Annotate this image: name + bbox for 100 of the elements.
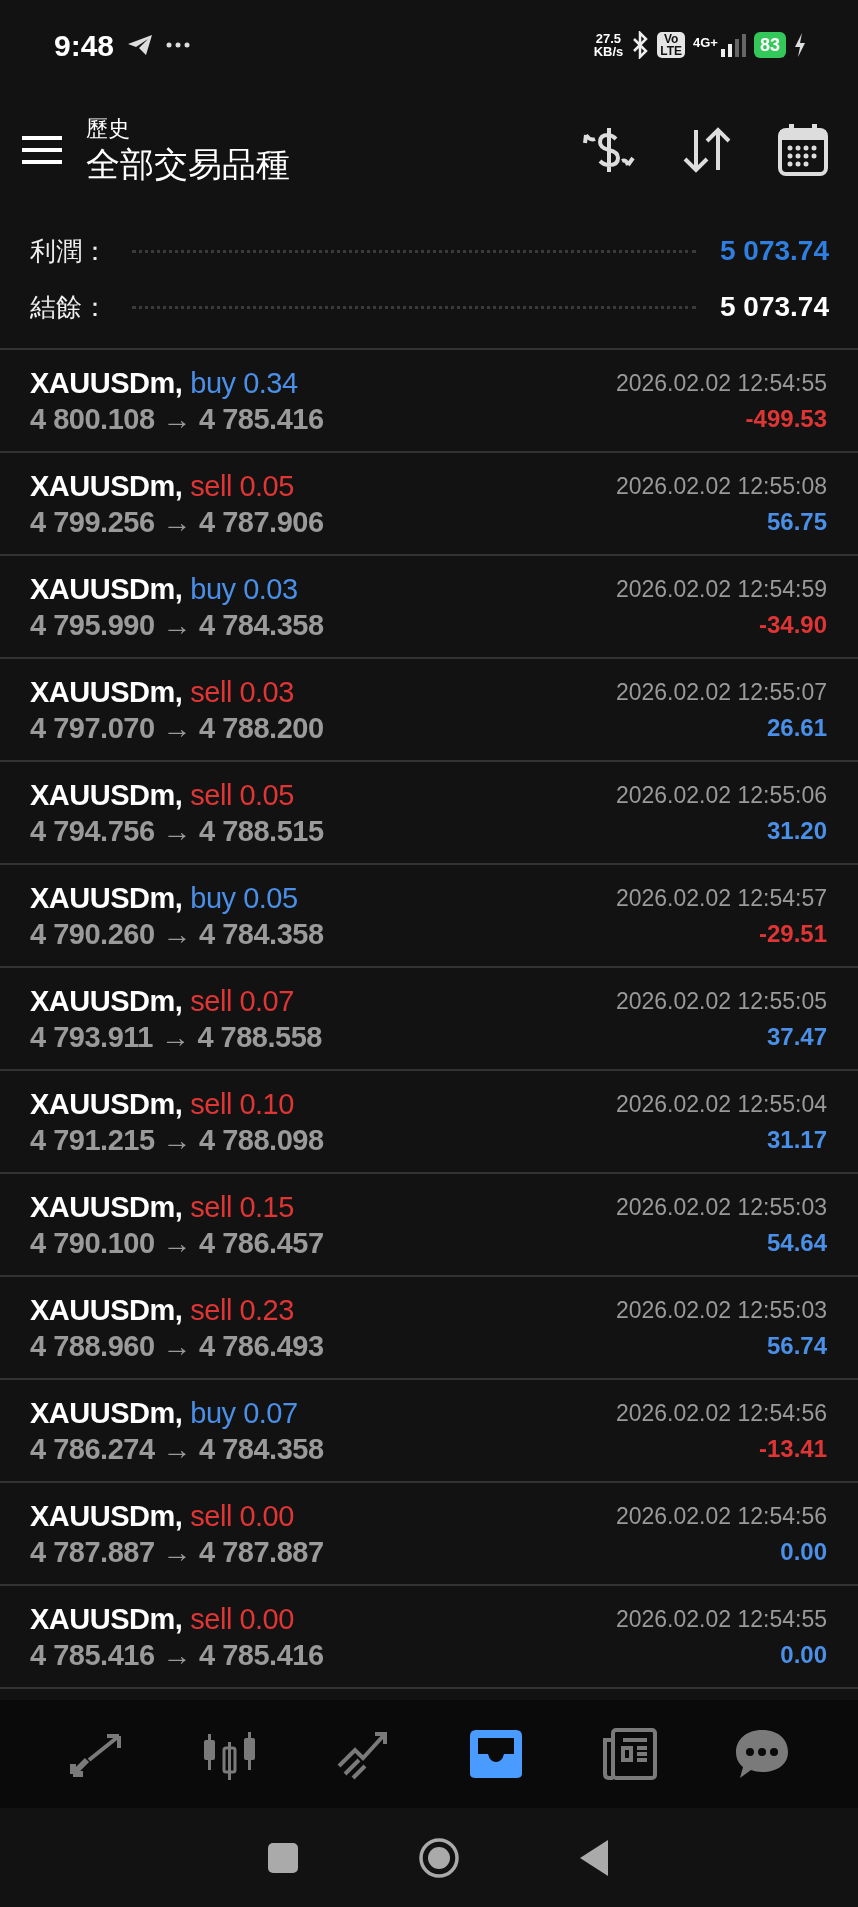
- order-type-volume: buy 0.34: [190, 365, 298, 401]
- summary-value: 5 073.74: [720, 234, 829, 268]
- arrow-glyph: →: [162, 401, 191, 437]
- trade-profit: 37.47: [766, 1021, 827, 1052]
- trade-time: 2026.02.02 12:55:08: [615, 471, 827, 501]
- trade-time: 2026.02.02 12:55:06: [615, 780, 827, 810]
- close-price: 4 784.358: [199, 916, 324, 952]
- trade-profit: 0.00: [780, 1536, 827, 1567]
- order-type-volume: sell 0.05: [190, 777, 294, 813]
- close-price: 4 784.358: [199, 607, 324, 643]
- arrow-glyph: →: [162, 1225, 191, 1261]
- close-price: 4 786.493: [199, 1328, 324, 1364]
- open-price: 4 791.215: [30, 1122, 155, 1158]
- network-speed: 27.5 KB/s: [593, 32, 624, 58]
- open-price: 4 790.100: [30, 1225, 155, 1261]
- back-triangle-icon[interactable]: [580, 1839, 610, 1876]
- trade-profit: 56.75: [766, 506, 827, 537]
- home-circle-icon[interactable]: [418, 1836, 460, 1879]
- symbol-name: XAUUSDm,: [30, 674, 183, 710]
- open-price: 4 794.756: [30, 813, 155, 849]
- clock-time: 9:48: [54, 27, 115, 64]
- open-price: 4 799.256: [30, 504, 155, 540]
- symbol-name: XAUUSDm,: [30, 777, 183, 813]
- newspaper-icon: [600, 1728, 657, 1780]
- order-type-volume: sell 0.15: [190, 1189, 294, 1225]
- symbol-name: XAUUSDm,: [30, 1395, 183, 1431]
- symbol-name: XAUUSDm,: [30, 1498, 183, 1534]
- arrow-glyph: →: [162, 1431, 191, 1467]
- arrow-glyph: →: [162, 1122, 191, 1158]
- trade-time: 2026.02.02 12:55:05: [615, 986, 827, 1016]
- close-price: 4 785.416: [199, 1637, 324, 1673]
- close-price: 4 787.887: [199, 1534, 324, 1570]
- trade-profit: -29.51: [758, 918, 827, 949]
- trade-profit: -13.41: [758, 1433, 827, 1464]
- arrow-glyph: →: [162, 710, 191, 746]
- order-type-volume: sell 0.00: [190, 1601, 294, 1637]
- arrow-glyph: →: [162, 813, 191, 849]
- arrow-glyph: →: [162, 1328, 191, 1364]
- symbol-name: XAUUSDm,: [30, 468, 183, 504]
- open-price: 4 785.416: [30, 1637, 155, 1673]
- trade-profit: 54.64: [766, 1227, 827, 1258]
- trade-time: 2026.02.02 12:55:03: [615, 1295, 827, 1325]
- open-price: 4 788.960: [30, 1328, 155, 1364]
- symbol-name: XAUUSDm,: [30, 571, 183, 607]
- paper-plane-icon: [126, 33, 155, 57]
- trade-time: 2026.02.02 12:55:03: [615, 1192, 827, 1222]
- bluetooth-icon: [631, 31, 650, 59]
- trade-profit: 26.61: [766, 712, 827, 743]
- trade-time: 2026.02.02 12:54:57: [615, 883, 827, 913]
- close-price: 4 786.457: [199, 1225, 324, 1261]
- close-price: 4 788.558: [197, 1019, 322, 1055]
- symbol-name: XAUUSDm,: [30, 880, 183, 916]
- arrow-glyph: →: [162, 607, 191, 643]
- sort-arrows-icon[interactable]: [682, 126, 732, 174]
- arrow-glyph: →: [162, 916, 191, 952]
- currency-exchange-icon[interactable]: [582, 125, 636, 175]
- arrow-glyph: →: [160, 1019, 190, 1055]
- close-price: 4 788.098: [199, 1122, 324, 1158]
- recents-square-icon[interactable]: [268, 1842, 298, 1873]
- trade-profit: 0.00: [780, 1639, 827, 1670]
- trade-time: 2026.02.02 12:54:55: [615, 368, 827, 398]
- trade-time: 2026.02.02 12:54:56: [615, 1501, 827, 1531]
- close-price: 4 788.200: [199, 710, 324, 746]
- symbol-name: XAUUSDm,: [30, 1601, 183, 1637]
- order-type-volume: buy 0.07: [190, 1395, 298, 1431]
- volte-badge: Vo LTE: [657, 32, 686, 58]
- order-type-volume: sell 0.03: [190, 674, 294, 710]
- signal-icon: [719, 33, 746, 57]
- trade-profit: -34.90: [758, 609, 827, 640]
- trade-profit: 56.74: [766, 1330, 827, 1361]
- trade-time: 2026.02.02 12:55:04: [615, 1089, 827, 1119]
- calendar-icon[interactable]: [778, 124, 828, 176]
- trade-time: 2026.02.02 12:54:56: [615, 1398, 827, 1428]
- order-type-volume: sell 0.05: [190, 468, 294, 504]
- summary-label: 利潤：: [30, 234, 108, 268]
- symbol-name: XAUUSDm,: [30, 365, 183, 401]
- arrow-glyph: →: [162, 1534, 191, 1570]
- charging-bolt-icon: [794, 33, 806, 57]
- screen-subtitle: 歷史: [86, 115, 131, 143]
- open-price: 4 795.990: [30, 607, 155, 643]
- trade-time: 2026.02.02 12:55:07: [615, 677, 827, 707]
- inbox-icon: [467, 1728, 524, 1780]
- order-type-volume: buy 0.05: [190, 880, 298, 916]
- close-price: 4 787.906: [199, 504, 324, 540]
- order-type-volume: sell 0.07: [190, 983, 294, 1019]
- symbol-name: XAUUSDm,: [30, 1086, 183, 1122]
- order-type-volume: buy 0.03: [190, 571, 298, 607]
- trade-time: 2026.02.02 12:54:59: [615, 574, 827, 604]
- summary-value: 5 073.74: [720, 290, 829, 324]
- close-price: 4 788.515: [199, 813, 324, 849]
- open-price: 4 797.070: [30, 710, 155, 746]
- menu-icon[interactable]: [22, 136, 62, 164]
- close-price: 4 785.416: [199, 401, 324, 437]
- trade-profit: -499.53: [745, 403, 827, 434]
- order-type-volume: sell 0.10: [190, 1086, 294, 1122]
- arrow-glyph: →: [162, 1637, 191, 1673]
- symbol-name: XAUUSDm,: [30, 1189, 183, 1225]
- more-dots-icon: [166, 42, 191, 48]
- chat-bubble-icon: [733, 1728, 790, 1780]
- symbol-name: XAUUSDm,: [30, 1292, 183, 1328]
